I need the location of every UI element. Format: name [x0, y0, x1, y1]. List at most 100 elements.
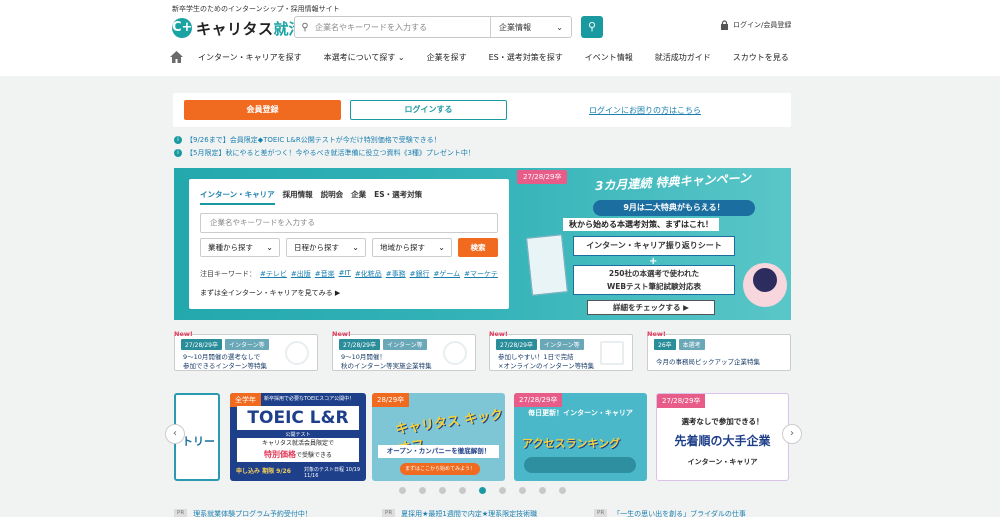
- people-illustration: [524, 457, 636, 473]
- site-logo[interactable]: C+ キャリタス 就活: [172, 16, 304, 40]
- header-search-button[interactable]: ⚲: [581, 16, 603, 38]
- news-card[interactable]: New! 26卒 本選考 今月の事務局ピックアップ企業特集: [647, 330, 791, 371]
- region-select[interactable]: 地域から探す ⌄: [372, 238, 452, 257]
- carousel-banner[interactable]: 27/28/29卒 選考なしで参加できる！ 先着順の大手企業 インターン・キャリ…: [656, 393, 789, 481]
- schedule-select-label: 日程から探す: [294, 243, 339, 252]
- home-icon[interactable]: [170, 51, 184, 63]
- notice-text: 【9/26まで】会員限定◆TOEIC L&R公開テストが今だけ特別価格で受験でき…: [186, 136, 441, 144]
- carousel-dot[interactable]: [499, 487, 506, 494]
- nav-item-es[interactable]: ES・選考対策を探す: [489, 52, 563, 63]
- leaf-icon: [443, 341, 467, 365]
- new-badge: New!: [174, 330, 193, 338]
- all-intern-link[interactable]: まずは全インターン・キャリアを見てみる ▶: [200, 288, 340, 298]
- nav-item-companies[interactable]: 企業を探す: [427, 52, 467, 63]
- news-card[interactable]: New! 27/28/29卒 インターン等 参加しやすい！1日で完結 ×オンライン…: [489, 330, 633, 371]
- keyword-link[interactable]: #ゲーム: [433, 269, 460, 279]
- panel-search-button[interactable]: 検索: [458, 238, 498, 257]
- carousel-dot[interactable]: [559, 487, 566, 494]
- carousel-dots: [399, 487, 566, 494]
- pr-link[interactable]: PR 「一生の思い出を創る」ブライダルの仕事: [594, 509, 746, 517]
- pr-text: 「一生の思い出を創る」ブライダルの仕事: [613, 510, 746, 517]
- campaign-title: 3カ月連続 特典キャンペーン: [594, 170, 752, 194]
- carousel-dot[interactable]: [539, 487, 546, 494]
- lock-icon: [721, 20, 728, 30]
- pr-link[interactable]: PR 夏採用★最短1週間で内定★理系限定技術職: [382, 509, 537, 517]
- keyword-link[interactable]: #出版: [291, 269, 311, 279]
- banner-date: 対象のテスト日程 10/19 11/16: [304, 467, 360, 479]
- site-header: 新卒学生のためのインターンシップ・採用情報サイト C+ キャリタス 就活 ⚲ 企…: [0, 0, 1000, 76]
- tab-company[interactable]: 企業: [351, 189, 366, 205]
- nav-item-guide[interactable]: 就活成功ガイド: [655, 52, 711, 63]
- login-button[interactable]: ログインする: [350, 100, 507, 120]
- login-help-link[interactable]: ログインにお困りの方はこちら: [589, 105, 701, 116]
- news-line: 今月の事務局ピックアップ企業特集: [656, 358, 760, 366]
- panel-search-input[interactable]: 企業名やキーワードを入力する: [200, 213, 498, 233]
- keyword-link[interactable]: #事務: [386, 269, 406, 279]
- tag-type: インターン等: [224, 339, 269, 350]
- pr-badge: PR: [174, 509, 188, 517]
- carousel-banner[interactable]: 28/29卒 キャリタス キックオフ オープン・カンパニーを徹底解剖！ まずはこ…: [372, 393, 505, 481]
- news-card[interactable]: New! 27/28/29卒 インターン等 9～10月開催の選考なしで 参加できる…: [174, 330, 318, 371]
- search-tabs: インターン・キャリア 採用情報 説明会 企業 ES・選考対策: [200, 189, 422, 205]
- new-badge: New!: [647, 330, 666, 338]
- banner-body-line: で受験できる: [296, 452, 332, 459]
- nav-item-intern[interactable]: インターン・キャリアを探す: [198, 52, 302, 63]
- campaign-sub2: 秋から始める本選考対策、まずはこれ！: [563, 218, 719, 231]
- banner-sub: オープン・カンパニーを徹底解剖！: [378, 445, 499, 458]
- news-card[interactable]: New! 27/28/29卒 インターン等 9～10月開催！ 秋のインターン等実施…: [332, 330, 476, 371]
- nav-item-selection[interactable]: 本選考について探す ⌄: [324, 52, 405, 63]
- search-icon: ⚲: [587, 20, 597, 33]
- notice-item[interactable]: i 【5月限定】秋にやると差がつく！今やるべき就活準備に役立つ資料《3種》プレゼ…: [174, 148, 475, 158]
- tag-type: インターン等: [539, 339, 584, 350]
- campaign-details-button[interactable]: 詳細をチェックする ▶: [587, 300, 715, 315]
- register-button[interactable]: 会員登録: [184, 100, 341, 120]
- chevron-down-icon: ⌄: [438, 243, 445, 252]
- tag-year: 26卒: [654, 339, 676, 350]
- header-search-input[interactable]: [315, 18, 490, 36]
- tab-seminar[interactable]: 説明会: [321, 189, 344, 205]
- carousel-next-button[interactable]: ›: [782, 424, 802, 444]
- industry-select[interactable]: 業種から探す ⌄: [200, 238, 280, 257]
- banner-body: キャリタス就活会員限定で 特別価格で受験できる: [237, 438, 359, 462]
- carousel-dot[interactable]: [439, 487, 446, 494]
- login-register-link[interactable]: ログイン/会員登録: [720, 20, 791, 30]
- banner-deadline: 申し込み 期限 9/26: [236, 468, 291, 475]
- banner-title: アクセスランキング: [522, 437, 621, 450]
- header-search: ⚲ 企業情報 ⌄: [294, 16, 572, 38]
- banner-top: 選考なしで参加できる！: [681, 417, 764, 426]
- logo-text: キャリタス: [196, 19, 274, 38]
- chevron-down-icon: ⌄: [352, 243, 359, 252]
- keyword-link[interactable]: #銀行: [410, 269, 430, 279]
- carousel-banner[interactable]: 全学年 新卒採用で必要なTOEICスコア公開中！ TOEIC L&R 公開テスト…: [230, 393, 366, 481]
- carousel-dot[interactable]: [519, 487, 526, 494]
- search-category-select[interactable]: 企業情報 ⌄: [490, 17, 571, 37]
- carousel-dot-active[interactable]: [479, 487, 486, 494]
- tab-es[interactable]: ES・選考対策: [374, 189, 422, 205]
- keyword-link[interactable]: #マーケテ: [464, 269, 498, 279]
- login-register-label: ログイン/会員登録: [733, 21, 792, 29]
- tab-intern[interactable]: インターン・キャリア: [200, 189, 275, 205]
- keyword-link[interactable]: #音楽: [315, 269, 335, 279]
- tab-recruit[interactable]: 採用情報: [283, 189, 313, 205]
- chevron-down-icon: ⌄: [266, 243, 273, 252]
- carousel-dot[interactable]: [419, 487, 426, 494]
- keyword-link[interactable]: #IT: [339, 269, 351, 279]
- schedule-select[interactable]: 日程から探す ⌄: [286, 238, 366, 257]
- info-icon: i: [174, 136, 182, 144]
- nav-item-events[interactable]: イベント情報: [585, 52, 633, 63]
- region-select-label: 地域から探す: [380, 243, 425, 252]
- carousel-prev-button[interactable]: ‹: [165, 424, 185, 444]
- notice-item[interactable]: i 【9/26まで】会員限定◆TOEIC L&R公開テストが今だけ特別価格で受験…: [174, 135, 441, 145]
- carousel-banner[interactable]: 27/28/29卒 毎日更新！インターン・キャリア アクセスランキング: [514, 393, 647, 481]
- chevron-down-icon: ⌄: [397, 52, 405, 62]
- keyword-link[interactable]: #テレビ: [260, 269, 287, 279]
- carousel-dot[interactable]: [399, 487, 406, 494]
- banner-tag: 全学年: [230, 393, 261, 407]
- carousel-dot[interactable]: [459, 487, 466, 494]
- nav-item-scout[interactable]: スカウトを見る: [733, 52, 789, 63]
- banner-top: 新卒採用で必要なTOEICスコア公開中！: [264, 396, 355, 402]
- search-icon: ⚲: [301, 21, 309, 33]
- pr-link[interactable]: PR 理系就業体験プログラム予約受付中！: [174, 509, 312, 517]
- keyword-link[interactable]: #化粧品: [355, 269, 382, 279]
- campaign-banner[interactable]: 27/28/29卒 3カ月連続 特典キャンペーン 9月は二大特典がもらえる！ 秋…: [515, 168, 791, 320]
